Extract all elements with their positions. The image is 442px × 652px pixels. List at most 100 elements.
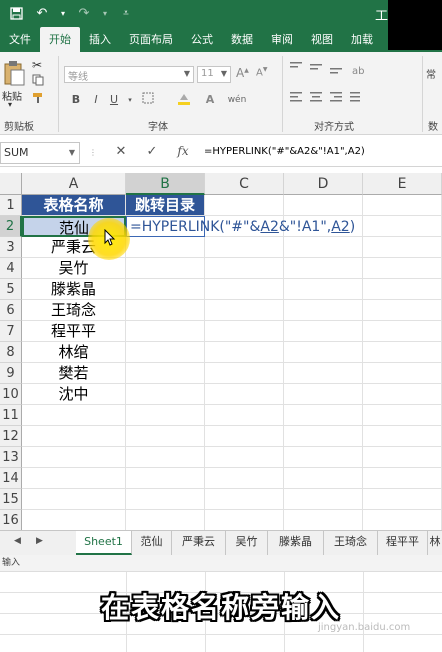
cell[interactable] bbox=[22, 489, 126, 510]
tab-page-layout[interactable]: 页面布局 bbox=[120, 27, 182, 52]
cell[interactable] bbox=[22, 426, 126, 447]
fill-color-icon[interactable] bbox=[176, 92, 192, 108]
cell[interactable] bbox=[205, 279, 284, 300]
cell[interactable] bbox=[363, 321, 442, 342]
cell[interactable] bbox=[126, 384, 205, 405]
tab-addins[interactable]: 加载 bbox=[342, 27, 382, 52]
cell[interactable] bbox=[284, 468, 363, 489]
sheet-tab[interactable]: 吴竹 bbox=[226, 531, 268, 555]
cell[interactable] bbox=[363, 405, 442, 426]
cell[interactable] bbox=[126, 279, 205, 300]
borders-icon[interactable] bbox=[140, 92, 156, 108]
cut-icon[interactable]: ✂ bbox=[32, 58, 42, 72]
tab-file[interactable]: 文件 bbox=[0, 27, 40, 52]
row-header[interactable]: 9 bbox=[0, 363, 22, 384]
cell[interactable] bbox=[284, 405, 363, 426]
cell[interactable] bbox=[363, 279, 442, 300]
cell[interactable] bbox=[126, 405, 205, 426]
bold-button[interactable]: B bbox=[68, 92, 84, 108]
cell[interactable] bbox=[205, 321, 284, 342]
cell[interactable] bbox=[126, 342, 205, 363]
format-painter-icon[interactable] bbox=[32, 92, 44, 107]
cell[interactable] bbox=[363, 216, 442, 237]
cell[interactable] bbox=[126, 447, 205, 468]
cell[interactable] bbox=[284, 195, 363, 216]
name-box[interactable]: SUM ▼ bbox=[0, 142, 80, 164]
cell[interactable] bbox=[284, 426, 363, 447]
cell[interactable] bbox=[126, 258, 205, 279]
font-size-select[interactable]: 11 ▼ bbox=[197, 66, 231, 83]
cell[interactable] bbox=[284, 489, 363, 510]
cell-a1-header[interactable]: 表格名称 bbox=[22, 195, 126, 216]
cell[interactable] bbox=[22, 510, 126, 531]
column-header-b[interactable]: B bbox=[126, 173, 205, 195]
cell[interactable] bbox=[205, 489, 284, 510]
cell-b1-header[interactable]: 跳转目录 bbox=[126, 195, 205, 216]
cell[interactable] bbox=[363, 300, 442, 321]
cell[interactable] bbox=[363, 468, 442, 489]
row-header[interactable]: 6 bbox=[0, 300, 22, 321]
cell[interactable] bbox=[205, 363, 284, 384]
row-header[interactable]: 14 bbox=[0, 468, 22, 489]
cell[interactable] bbox=[126, 321, 205, 342]
underline-button[interactable]: U bbox=[106, 92, 122, 108]
name-cell[interactable]: 吴竹 bbox=[22, 258, 126, 279]
row-header[interactable]: 15 bbox=[0, 489, 22, 510]
formula-input[interactable]: =HYPERLINK("#"&A2&"!A1",A2) bbox=[204, 146, 365, 157]
cell[interactable] bbox=[22, 447, 126, 468]
cell[interactable] bbox=[284, 300, 363, 321]
name-cell[interactable]: 沈中 bbox=[22, 384, 126, 405]
sheet-next-icon[interactable]: ▶ bbox=[36, 536, 43, 546]
italic-button[interactable]: I bbox=[88, 92, 104, 108]
tab-home[interactable]: 开始 bbox=[40, 27, 80, 52]
cell[interactable] bbox=[205, 384, 284, 405]
column-header-c[interactable]: C bbox=[205, 173, 284, 195]
cell[interactable] bbox=[363, 384, 442, 405]
cell[interactable] bbox=[205, 426, 284, 447]
row-header[interactable]: 10 bbox=[0, 384, 22, 405]
cell[interactable] bbox=[205, 447, 284, 468]
decrease-font-icon[interactable]: A▼ bbox=[256, 66, 267, 78]
tab-formulas[interactable]: 公式 bbox=[182, 27, 222, 52]
cell[interactable] bbox=[205, 258, 284, 279]
name-cell[interactable]: 林绾 bbox=[22, 342, 126, 363]
name-cell[interactable]: 樊若 bbox=[22, 363, 126, 384]
cell[interactable] bbox=[284, 447, 363, 468]
tab-insert[interactable]: 插入 bbox=[80, 27, 120, 52]
column-header-d[interactable]: D bbox=[284, 173, 363, 195]
cell[interactable] bbox=[363, 426, 442, 447]
cell[interactable] bbox=[363, 342, 442, 363]
customize-qat-icon[interactable]: ⩡ bbox=[116, 4, 136, 24]
cell[interactable] bbox=[126, 237, 205, 258]
cell[interactable] bbox=[284, 510, 363, 531]
cell[interactable] bbox=[205, 300, 284, 321]
save-icon[interactable] bbox=[6, 4, 26, 24]
font-name-select[interactable]: 等线 ▼ bbox=[64, 66, 194, 83]
cell[interactable] bbox=[284, 342, 363, 363]
cell[interactable] bbox=[205, 195, 284, 216]
row-header[interactable]: 7 bbox=[0, 321, 22, 342]
font-color-icon[interactable]: A bbox=[202, 92, 218, 108]
cell[interactable] bbox=[205, 342, 284, 363]
enter-formula-button[interactable]: ✓ bbox=[143, 144, 161, 159]
undo-icon[interactable]: ↶ bbox=[32, 4, 52, 24]
sheet-tab[interactable]: 范仙 bbox=[132, 531, 172, 555]
row-header[interactable]: 2 bbox=[0, 216, 22, 237]
row-header[interactable]: 4 bbox=[0, 258, 22, 279]
tab-review[interactable]: 审阅 bbox=[262, 27, 302, 52]
redo-icon[interactable]: ↷ bbox=[74, 4, 94, 24]
cell[interactable] bbox=[363, 237, 442, 258]
sheet-tab[interactable]: 王琦念 bbox=[324, 531, 378, 555]
insert-function-button[interactable]: fx bbox=[174, 144, 192, 158]
align-top-icon[interactable]: ab bbox=[288, 58, 378, 113]
cell[interactable] bbox=[284, 384, 363, 405]
name-cell[interactable]: 滕紫晶 bbox=[22, 279, 126, 300]
name-cell[interactable]: 王琦念 bbox=[22, 300, 126, 321]
row-header[interactable]: 13 bbox=[0, 447, 22, 468]
redo-dropdown-icon[interactable]: ▾ bbox=[100, 4, 110, 24]
tab-view[interactable]: 视图 bbox=[302, 27, 342, 52]
row-header[interactable]: 3 bbox=[0, 237, 22, 258]
cell[interactable] bbox=[363, 195, 442, 216]
cell[interactable] bbox=[22, 468, 126, 489]
row-header[interactable]: 16 bbox=[0, 510, 22, 531]
